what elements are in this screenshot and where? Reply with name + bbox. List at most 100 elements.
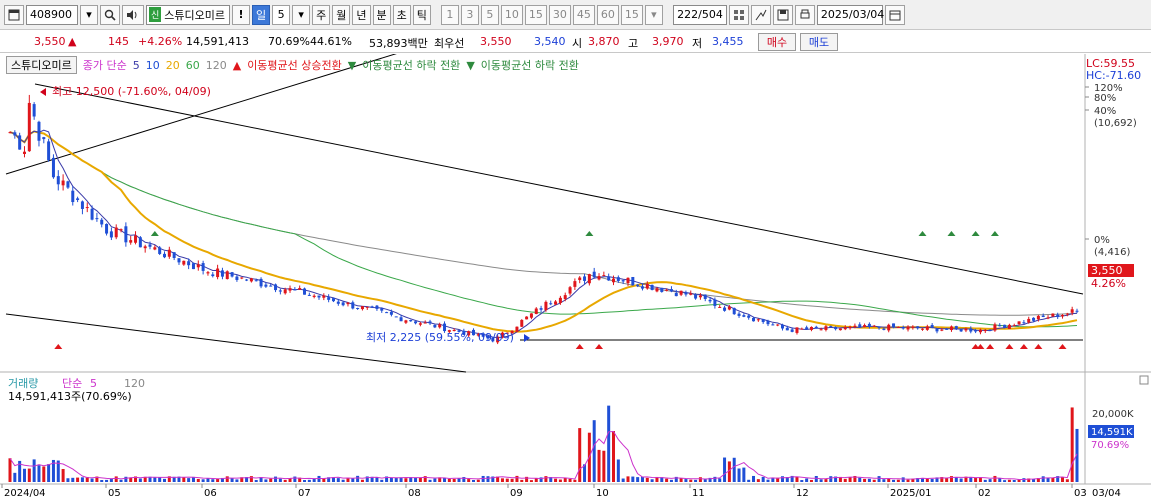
- candle-body: [935, 328, 939, 332]
- code-dropdown-icon[interactable]: ▾: [80, 4, 98, 25]
- grid-icon[interactable]: [728, 4, 749, 25]
- volume-bar: [235, 479, 239, 482]
- candle-body: [216, 268, 220, 278]
- volume-bar: [877, 476, 881, 482]
- volume-bar: [1007, 479, 1011, 482]
- volume-bar: [90, 478, 94, 482]
- candle-body: [568, 287, 572, 294]
- candle-body: [921, 328, 925, 330]
- trade-amount: 53,893백만: [369, 37, 428, 50]
- interval-1[interactable]: 1: [440, 4, 459, 25]
- volume-ratio: 70.69%: [268, 35, 310, 48]
- window-icon[interactable]: [4, 4, 24, 25]
- period-year-tab[interactable]: 년: [352, 4, 371, 25]
- volume-bar: [158, 477, 162, 482]
- save-icon[interactable]: [772, 4, 793, 25]
- print-icon[interactable]: [794, 4, 815, 25]
- volume-bar: [698, 477, 702, 482]
- candle-body: [520, 319, 524, 327]
- stock-code-input[interactable]: 408900: [26, 4, 78, 25]
- period-second-tab[interactable]: 초: [392, 4, 411, 25]
- price-chart[interactable]: 2024/04 05 06 07 08 09 10 11 12 2025/01 02 03 03/04 최…: [0, 33, 1151, 501]
- period-week-tab[interactable]: 주: [312, 4, 331, 25]
- period-dropdown-icon[interactable]: ▾: [292, 4, 311, 25]
- volume-bar: [1065, 479, 1069, 482]
- best-quote-label: 최우선: [434, 37, 465, 50]
- candle-body: [201, 263, 205, 271]
- volume-bar: [153, 477, 157, 482]
- date-input[interactable]: 2025/03/04: [816, 4, 884, 25]
- legend-signal-up: 이동평균선 상승전환: [247, 59, 342, 72]
- interval-dropdown-icon[interactable]: ▾: [644, 4, 663, 25]
- candle-body: [640, 286, 644, 289]
- volume-bar: [515, 475, 519, 482]
- volume-ma120: 120: [124, 377, 145, 390]
- period-minute-tab[interactable]: 분: [372, 4, 391, 25]
- candle-body: [949, 326, 953, 331]
- candle-body: [911, 326, 915, 328]
- calendar-icon[interactable]: [884, 4, 905, 25]
- candle-body: [288, 288, 292, 291]
- candle-body: [225, 271, 229, 280]
- best-ask: 3,550: [480, 35, 512, 48]
- candle-body: [578, 277, 582, 281]
- tool-icon[interactable]: [750, 4, 771, 25]
- interval-60[interactable]: 60: [596, 4, 619, 25]
- count-field[interactable]: 222/504: [672, 4, 727, 25]
- volume-bar: [375, 477, 379, 482]
- candle-body: [790, 329, 794, 332]
- low-label: 저: [692, 37, 703, 50]
- volume-bar: [249, 476, 253, 482]
- candle-body: [602, 275, 606, 277]
- interval-5[interactable]: 5: [480, 4, 499, 25]
- interval-custom[interactable]: 15: [620, 4, 643, 25]
- volume-current-value: 14,591K: [1091, 427, 1133, 438]
- stock-name: 스튜디오미르: [164, 8, 226, 22]
- legend-ma5: 5: [132, 58, 140, 72]
- candle-body: [925, 326, 929, 330]
- interval-10[interactable]: 10: [500, 4, 523, 25]
- turnover-ratio: 44.61%: [310, 35, 352, 48]
- candle-body: [317, 295, 321, 298]
- candle-body: [331, 298, 335, 302]
- candle-body: [71, 190, 75, 203]
- period-month-tab[interactable]: 월: [332, 4, 351, 25]
- candle-body: [529, 313, 533, 318]
- sell-button[interactable]: 매도: [800, 33, 838, 51]
- candle-body: [1046, 317, 1050, 319]
- interval-3[interactable]: 3: [460, 4, 479, 25]
- period-day-tab[interactable]: 일: [252, 4, 271, 25]
- warning-button[interactable]: !: [232, 4, 250, 25]
- interval-15[interactable]: 15: [524, 4, 547, 25]
- search-icon[interactable]: [100, 4, 120, 25]
- candle-body: [1032, 317, 1036, 321]
- interval-45[interactable]: 45: [572, 4, 595, 25]
- sound-icon[interactable]: [122, 4, 144, 25]
- volume-bar: [105, 479, 109, 482]
- buy-button[interactable]: 매수: [758, 33, 796, 51]
- candle-body: [834, 326, 838, 330]
- volume-bar: [124, 476, 128, 482]
- stock-name-field[interactable]: 신 스튜디오미르: [146, 4, 230, 25]
- period-tick-tab[interactable]: 틱: [412, 4, 431, 25]
- volume-bar: [201, 479, 205, 482]
- volume-bar: [22, 468, 26, 482]
- candle-body: [307, 294, 311, 296]
- candle-body: [230, 272, 234, 277]
- candle-body: [708, 299, 712, 302]
- high-annotation: 최고 12,500 (-71.60%, 04/09): [52, 85, 211, 98]
- candle-body: [756, 319, 760, 321]
- volume-bar: [718, 478, 722, 482]
- volume-bar: [684, 479, 688, 482]
- candle-body: [1041, 315, 1045, 318]
- candle-body: [867, 323, 871, 327]
- legend-stock-name[interactable]: 스튜디오미르: [6, 56, 77, 74]
- volume-bar: [974, 477, 978, 482]
- chart-area[interactable]: 2024/04 05 06 07 08 09 10 11 12 2025/01 02 03 03/04 최…: [0, 33, 1151, 501]
- volume-bar: [119, 479, 123, 482]
- candle-body: [809, 326, 813, 330]
- volume-bar: [747, 479, 751, 482]
- interval-30[interactable]: 30: [548, 4, 571, 25]
- period-value[interactable]: 5: [272, 4, 291, 25]
- candle-body: [780, 324, 784, 329]
